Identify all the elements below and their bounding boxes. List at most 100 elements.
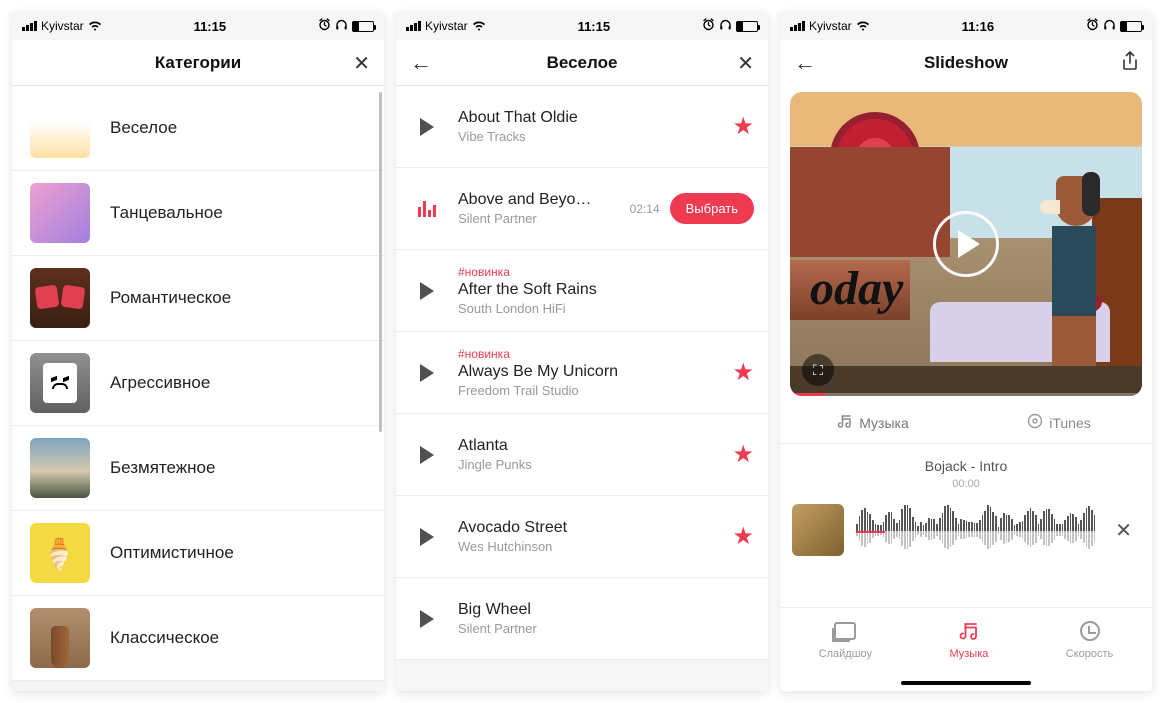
screen-slideshow: Kyivstar 11:16 ← Slideshow — [780, 12, 1152, 691]
new-tag: #новинка — [458, 265, 740, 279]
page-title: Slideshow — [924, 53, 1008, 73]
video-preview[interactable]: oday ⛶ — [790, 92, 1142, 396]
song-list[interactable]: About That Oldie Vibe Tracks ★ Above and… — [396, 86, 768, 691]
song-artist: South London HiFi — [458, 301, 740, 316]
song-title: Big Wheel — [458, 601, 740, 619]
play-button[interactable] — [410, 282, 444, 300]
track-time: 00:00 — [780, 478, 1152, 490]
signal-icon — [406, 21, 421, 31]
expand-button[interactable]: ⛶ — [802, 354, 834, 386]
close-button[interactable]: ✕ — [723, 40, 768, 86]
share-icon — [1122, 51, 1138, 76]
play-icon — [958, 230, 980, 258]
play-button[interactable] — [410, 610, 444, 628]
song-duration: 02:14 — [630, 202, 660, 216]
category-row[interactable]: Романтическое — [12, 256, 384, 341]
song-row[interactable]: Atlanta Jingle Punks ★ — [396, 414, 768, 496]
tab-label: iTunes — [1049, 415, 1091, 431]
star-icon[interactable]: ★ — [732, 440, 754, 469]
itunes-icon — [1027, 413, 1043, 433]
overlay-text: oday — [810, 261, 903, 316]
song-row[interactable]: Above and Beyo… Silent Partner 02:14 Выб… — [396, 168, 768, 250]
song-artist: Wes Hutchinson — [458, 539, 718, 554]
now-playing-indicator[interactable] — [410, 201, 444, 217]
nav-bar: ← Slideshow — [780, 40, 1152, 86]
song-row[interactable]: #новинка Always Be My Unicorn Freedom Tr… — [396, 332, 768, 414]
play-button[interactable] — [410, 364, 444, 382]
song-row[interactable]: About That Oldie Vibe Tracks ★ — [396, 86, 768, 168]
star-icon[interactable]: ★ — [732, 112, 754, 141]
category-label: Агрессивное — [110, 373, 210, 393]
play-button[interactable] — [410, 528, 444, 546]
song-row[interactable]: #новинка After the Soft Rains South Lond… — [396, 250, 768, 332]
category-thumb — [30, 438, 90, 498]
waveform[interactable] — [856, 505, 1095, 555]
tab-label: Музыка — [859, 415, 909, 431]
category-label: Оптимистичное — [110, 543, 234, 563]
tab-itunes[interactable]: iTunes — [966, 402, 1152, 443]
share-button[interactable] — [1108, 40, 1152, 86]
category-row[interactable]: Веселое — [12, 86, 384, 171]
track-thumb[interactable] — [792, 504, 844, 556]
wifi-icon — [472, 19, 486, 34]
back-arrow-icon: ← — [794, 50, 816, 76]
music-source-tabs: Музыка iTunes — [780, 402, 1152, 444]
progress-bar[interactable] — [790, 393, 1142, 396]
equalizer-icon — [418, 201, 436, 217]
wifi-icon — [856, 19, 870, 34]
preview-area: oday ⛶ — [780, 86, 1152, 396]
close-icon: ✕ — [353, 51, 370, 76]
play-button[interactable] — [410, 118, 444, 136]
song-row[interactable]: Big Wheel Silent Partner — [396, 578, 768, 660]
song-title: Always Be My Unicorn — [458, 363, 718, 381]
close-button[interactable]: ✕ — [339, 40, 384, 86]
song-row[interactable]: Avocado Street Wes Hutchinson ★ — [396, 496, 768, 578]
star-icon[interactable]: ★ — [732, 358, 754, 387]
star-icon[interactable]: ★ — [732, 522, 754, 551]
headphones-icon — [719, 18, 732, 34]
category-thumb — [30, 523, 90, 583]
nav-bar: Категории ✕ — [12, 40, 384, 86]
category-row[interactable]: Безмятежное — [12, 426, 384, 511]
carrier-label: Kyivstar — [425, 19, 468, 33]
remove-track-button[interactable]: ✕ — [1107, 510, 1140, 551]
back-button[interactable]: ← — [780, 40, 830, 86]
back-arrow-icon: ← — [410, 50, 432, 76]
play-button[interactable] — [410, 446, 444, 464]
song-artist: Jingle Punks — [458, 457, 718, 472]
nav-label: Слайдшоу — [819, 648, 872, 660]
category-row[interactable]: Танцевальное — [12, 171, 384, 256]
nav-label: Музыка — [949, 648, 988, 660]
nav-speed[interactable]: Скорость — [1066, 618, 1114, 660]
category-thumb — [30, 353, 90, 413]
song-artist: Silent Partner — [458, 211, 616, 226]
song-artist: Freedom Trail Studio — [458, 383, 718, 398]
waveform-row: ✕ — [780, 490, 1152, 570]
back-button[interactable]: ← — [396, 40, 446, 86]
screen-categories: Kyivstar 11:15 Категории ✕ Веселое Танце… — [12, 12, 384, 691]
tab-music[interactable]: Музыка — [780, 402, 966, 443]
category-label: Веселое — [110, 118, 177, 138]
category-list[interactable]: Веселое Танцевальное Романтическое Агрес… — [12, 86, 384, 691]
category-row[interactable]: Классическое — [12, 596, 384, 681]
close-icon: ✕ — [737, 51, 754, 76]
category-label: Танцевальное — [110, 203, 223, 223]
song-title: After the Soft Rains — [458, 281, 740, 299]
category-row[interactable]: Агрессивное — [12, 341, 384, 426]
status-time: 11:15 — [578, 19, 611, 34]
play-icon — [420, 446, 434, 464]
nav-slideshow[interactable]: Слайдшоу — [819, 618, 872, 660]
page-title: Веселое — [547, 53, 618, 73]
alarm-icon — [318, 18, 331, 34]
alarm-icon — [1086, 18, 1099, 34]
alarm-icon — [702, 18, 715, 34]
status-bar: Kyivstar 11:15 — [396, 12, 768, 40]
play-button[interactable] — [933, 211, 999, 277]
nav-music[interactable]: Музыка — [949, 618, 988, 660]
music-note-icon — [837, 413, 853, 433]
play-icon — [420, 528, 434, 546]
category-row[interactable]: Оптимистичное — [12, 511, 384, 596]
page-title: Категории — [155, 53, 241, 73]
battery-icon — [736, 21, 758, 32]
select-button[interactable]: Выбрать — [670, 193, 754, 224]
